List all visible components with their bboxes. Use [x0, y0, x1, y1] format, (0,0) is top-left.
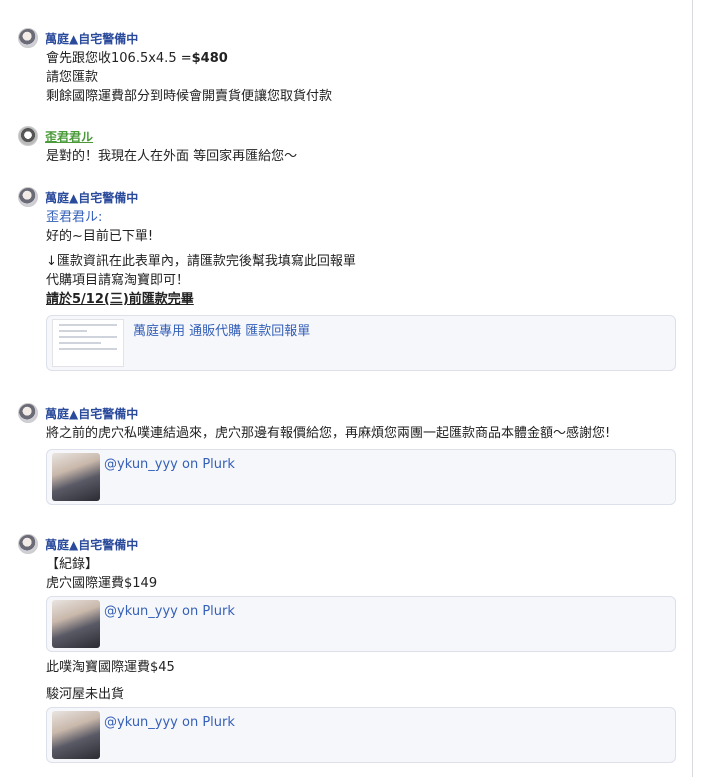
plurk-response: 萬庭▲自宅警備中 會先跟您收106.5x4.5 =$480 請您匯款 剩餘國際運… [18, 27, 678, 106]
profile-thumbnail [52, 453, 100, 501]
avatar[interactable] [18, 187, 38, 207]
message-line: 剩餘國際運費部分到時候會開賣貨便讓您取貨付款 [46, 89, 333, 104]
message-line: 代購項目請寫淘寶即可！ [46, 273, 190, 288]
author-name[interactable]: 萬庭▲自宅警備中 [45, 405, 138, 422]
message-line: 是對的！我現在人在外面 等回家再匯給您～ [46, 149, 298, 164]
message-line: 請您匯款 [46, 70, 99, 85]
deadline-notice: 請於5/12(三)前匯款完畢 [46, 292, 194, 307]
author-name[interactable]: 萬庭▲自宅警備中 [45, 30, 138, 47]
link-preview-title[interactable]: @ykun_yyy on Plurk [104, 602, 235, 621]
link-preview-card[interactable]: @ykun_yyy on Plurk [46, 449, 676, 505]
message-line: ↓匯款資訊在此表單內，請匯款完後幫我填寫此回報單 [46, 254, 356, 269]
reply-mention-link[interactable]: 歪君君ル: [46, 208, 678, 227]
message-line: 駿河屋未出貨 [46, 687, 125, 702]
author-name[interactable]: 萬庭▲自宅警備中 [45, 536, 138, 553]
form-thumbnail [52, 319, 124, 367]
profile-thumbnail [52, 711, 100, 759]
message-line: 此噗淘寶國際運費$45 [46, 660, 175, 675]
author-name[interactable]: 萬庭▲自宅警備中 [45, 189, 138, 206]
plurk-response: 萬庭▲自宅警備中 【紀錄】 虎穴國際運費$149 @ykun_yyy on Pl… [18, 533, 678, 763]
avatar[interactable] [18, 126, 38, 146]
plurk-response: 萬庭▲自宅警備中 將之前的虎穴私噗連結過來，虎穴那邊有報價給您，再麻煩您兩團一起… [18, 402, 678, 505]
message-line: 【紀錄】 [46, 557, 99, 572]
avatar[interactable] [18, 28, 38, 48]
message-line: 會先跟您收106.5x4.5 =$480 [46, 51, 228, 66]
link-preview-card[interactable]: @ykun_yyy on Plurk [46, 707, 676, 763]
link-preview-card[interactable]: 萬庭專用 通販代購 匯款回報單 [46, 315, 676, 371]
message-line: 虎穴國際運費$149 [46, 576, 158, 591]
link-preview-title[interactable]: @ykun_yyy on Plurk [104, 713, 235, 732]
plurk-response: 歪君君ル 是對的！我現在人在外面 等回家再匯給您～ [18, 125, 678, 166]
link-preview-card[interactable]: @ykun_yyy on Plurk [46, 596, 676, 652]
page-right-border [692, 0, 693, 777]
link-preview-title[interactable]: @ykun_yyy on Plurk [104, 455, 235, 474]
link-preview-title[interactable]: 萬庭專用 通販代購 匯款回報單 [133, 322, 310, 341]
author-name[interactable]: 歪君君ル [45, 128, 93, 145]
profile-thumbnail [52, 600, 100, 648]
message-line: 將之前的虎穴私噗連結過來，虎穴那邊有報價給您，再麻煩您兩團一起匯款商品本體金額～… [46, 426, 611, 441]
plurk-response: 萬庭▲自宅警備中 歪君君ル: 好的~目前已下單! ↓匯款資訊在此表單內，請匯款完… [18, 186, 678, 371]
avatar[interactable] [18, 534, 38, 554]
message-line: 好的~目前已下單! [46, 229, 154, 244]
avatar[interactable] [18, 403, 38, 423]
